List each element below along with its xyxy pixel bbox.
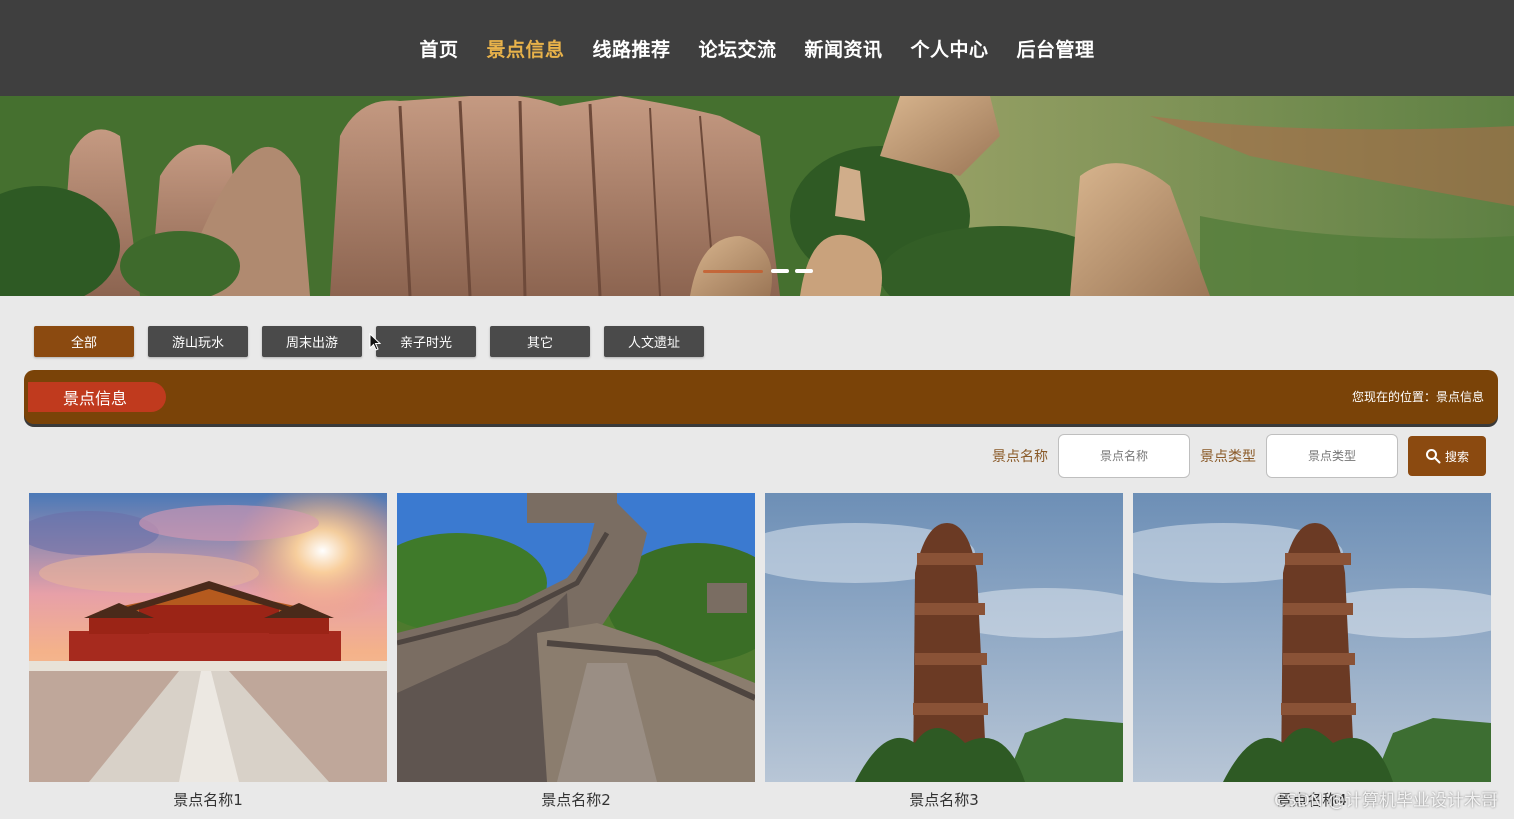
nav-list: 首页 景点信息 线路推荐 论坛交流 新闻资讯 个人中心 后台管理 [419,35,1094,62]
nav-item-forum[interactable]: 论坛交流 [698,35,776,62]
category-heritage-button[interactable]: 人文遗址 [604,326,704,357]
category-mountains-button[interactable]: 游山玩水 [148,326,248,357]
attraction-card[interactable]: 景点名称1 [29,493,387,810]
attraction-title[interactable]: 景点名称1 [29,790,387,810]
search-button-label: 搜索 [1444,449,1469,464]
attraction-card[interactable]: 景点名称3 [765,493,1123,810]
mouse-cursor-icon [369,333,381,351]
category-family-button[interactable]: 亲子时光 [376,326,476,357]
nav-item-admin[interactable]: 后台管理 [1017,35,1095,62]
attraction-title[interactable]: 景点名称3 [765,790,1123,810]
name-search-label: 景点名称 [992,449,1048,465]
attraction-card-grid: 景点名称1 景点名称2 景点名称3 景点名称4 [29,493,1491,810]
section-title: 景点信息 [28,382,166,412]
attraction-image-totem[interactable] [765,493,1123,782]
banner-image [0,96,1514,296]
nav-item-routes[interactable]: 线路推荐 [592,35,670,62]
attraction-card[interactable]: 景点名称2 [397,493,755,810]
type-search-input[interactable] [1266,434,1398,478]
attraction-image-totem[interactable] [1133,493,1491,782]
section-header: 景点信息 您现在的位置：景点信息 [24,370,1498,424]
carousel-indicator[interactable] [703,267,818,275]
name-search-input[interactable] [1058,434,1190,478]
attraction-card[interactable]: 景点名称4 [1133,493,1491,810]
banner-carousel[interactable] [0,96,1514,296]
search-bar: 景点名称 景点类型 搜索 [992,434,1486,478]
type-search-label: 景点类型 [1200,449,1256,465]
attraction-image-great-wall[interactable] [397,493,755,782]
nav-item-news[interactable]: 新闻资讯 [805,35,883,62]
category-all-button[interactable]: 全部 [34,326,134,357]
category-other-button[interactable]: 其它 [490,326,590,357]
breadcrumb: 您现在的位置：景点信息 [1351,390,1484,404]
search-icon [1425,449,1441,464]
nav-item-home[interactable]: 首页 [419,35,458,62]
top-nav: 首页 景点信息 线路推荐 论坛交流 新闻资讯 个人中心 后台管理 [0,0,1514,96]
search-button[interactable]: 搜索 [1408,436,1486,476]
attraction-title[interactable]: 景点名称2 [397,790,755,810]
nav-item-profile[interactable]: 个人中心 [911,35,989,62]
nav-item-attractions[interactable]: 景点信息 [486,35,564,62]
attraction-title[interactable]: 景点名称4 [1133,790,1491,810]
category-weekend-button[interactable]: 周末出游 [262,326,362,357]
attraction-image-palace[interactable] [29,493,387,782]
